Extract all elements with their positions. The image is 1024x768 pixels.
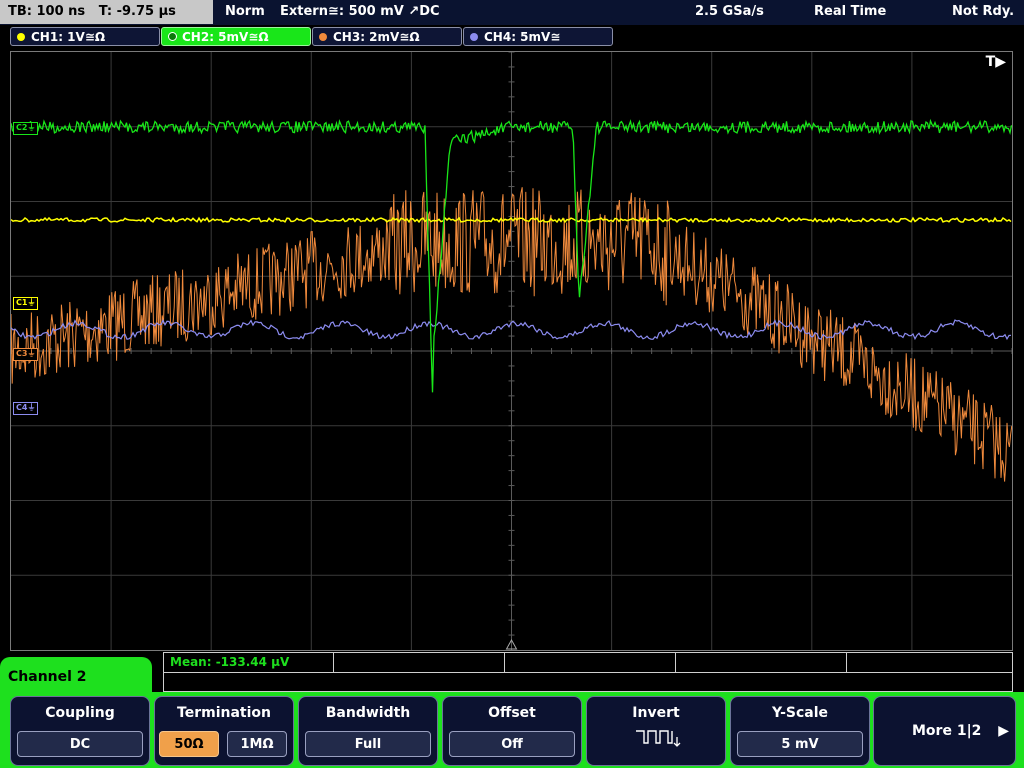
ch3-offset-marker[interactable]: C3⏚ bbox=[13, 348, 39, 361]
ch2-dot-icon bbox=[168, 32, 177, 41]
coupling-label: Coupling bbox=[45, 705, 115, 721]
arrow-right-icon: ▶ bbox=[998, 723, 1009, 739]
sample-rate: 2.5 GSa/s bbox=[695, 4, 764, 19]
tab-ch4-label: CH4: 5mV≅ bbox=[484, 30, 561, 44]
acquisition-state: Not Rdy. bbox=[952, 4, 1015, 19]
tab-ch1[interactable]: CH1: 1V≅Ω bbox=[10, 27, 160, 46]
status-bar: TB: 100 ns T: -9.75 µs Norm Extern≅: 500… bbox=[0, 0, 1024, 25]
pulse-train-icon bbox=[636, 730, 681, 747]
waveform-display[interactable]: T▶ C2⏚ C1⏚ C3⏚ C4⏚ bbox=[10, 51, 1013, 651]
trigger-position-marker[interactable]: T▶ bbox=[986, 54, 1006, 70]
invert-label: Invert bbox=[632, 705, 680, 721]
ch4-dot-icon bbox=[470, 33, 478, 41]
channel-tabs: CH1: 1V≅Ω CH2: 5mV≅Ω CH3: 2mV≅Ω CH4: 5mV… bbox=[0, 26, 1024, 48]
ch3-dot-icon bbox=[319, 33, 327, 41]
bandwidth-label: Bandwidth bbox=[325, 705, 411, 721]
offset-label: Offset bbox=[488, 705, 536, 721]
trigger-source[interactable]: Extern≅: 500 mV ↗DC bbox=[280, 0, 440, 24]
termination-softkey[interactable]: Termination 50Ω 1MΩ bbox=[154, 696, 294, 766]
timebase: TB: 100 ns bbox=[8, 4, 86, 19]
tab-ch2[interactable]: CH2: 5mV≅Ω bbox=[161, 27, 311, 46]
tab-ch3-label: CH3: 2mV≅Ω bbox=[333, 30, 420, 44]
tab-ch2-label: CH2: 5mV≅Ω bbox=[182, 30, 269, 44]
trigger-mode[interactable]: Norm bbox=[225, 0, 265, 24]
more-label: More 1|2 bbox=[912, 723, 982, 739]
channel-panel-tab[interactable]: Channel 2 bbox=[0, 657, 152, 697]
measurement-cell bbox=[334, 653, 505, 672]
measurement-area: Mean: -133.44 µV bbox=[163, 652, 1013, 692]
bandwidth-value[interactable]: Full bbox=[305, 731, 431, 757]
yscale-value[interactable]: 5 mV bbox=[737, 731, 863, 757]
yscale-softkey[interactable]: Y-Scale 5 mV bbox=[730, 696, 870, 766]
measurement-cell: Mean: -133.44 µV bbox=[164, 653, 334, 672]
measurement-row bbox=[164, 672, 1012, 693]
offset-value[interactable]: Off bbox=[449, 731, 575, 757]
coupling-value[interactable]: DC bbox=[17, 731, 143, 757]
measurement-cell bbox=[505, 653, 676, 672]
termination-1mohm-button[interactable]: 1MΩ bbox=[227, 731, 287, 757]
acquisition-mode: Real Time bbox=[814, 4, 887, 19]
waveform-canvas bbox=[11, 52, 1012, 650]
tab-ch4[interactable]: CH4: 5mV≅ bbox=[463, 27, 613, 46]
termination-label: Termination bbox=[177, 705, 271, 721]
bandwidth-softkey[interactable]: Bandwidth Full bbox=[298, 696, 438, 766]
ch4-offset-marker[interactable]: C4⏚ bbox=[13, 402, 39, 415]
channel-panel-title: Channel 2 bbox=[8, 669, 87, 685]
mean-value: Mean: -133.44 µV bbox=[170, 655, 290, 669]
ch1-offset-marker[interactable]: C1⏚ bbox=[13, 297, 39, 310]
offset-softkey[interactable]: Offset Off bbox=[442, 696, 582, 766]
invert-softkey[interactable]: Invert bbox=[586, 696, 726, 766]
ch1-dot-icon bbox=[17, 33, 25, 41]
measurement-cell bbox=[676, 653, 847, 672]
tab-ch3[interactable]: CH3: 2mV≅Ω bbox=[312, 27, 462, 46]
timebase-box[interactable]: TB: 100 ns T: -9.75 µs bbox=[0, 0, 213, 24]
coupling-softkey[interactable]: Coupling DC bbox=[10, 696, 150, 766]
trigger-time: T: -9.75 µs bbox=[98, 4, 176, 19]
termination-50ohm-button[interactable]: 50Ω bbox=[159, 731, 219, 757]
more-softkey[interactable]: More 1|2 ▶ bbox=[873, 696, 1016, 766]
yscale-label: Y-Scale bbox=[771, 705, 828, 721]
ch2-offset-marker[interactable]: C2⏚ bbox=[13, 122, 39, 135]
tab-ch1-label: CH1: 1V≅Ω bbox=[31, 30, 106, 44]
